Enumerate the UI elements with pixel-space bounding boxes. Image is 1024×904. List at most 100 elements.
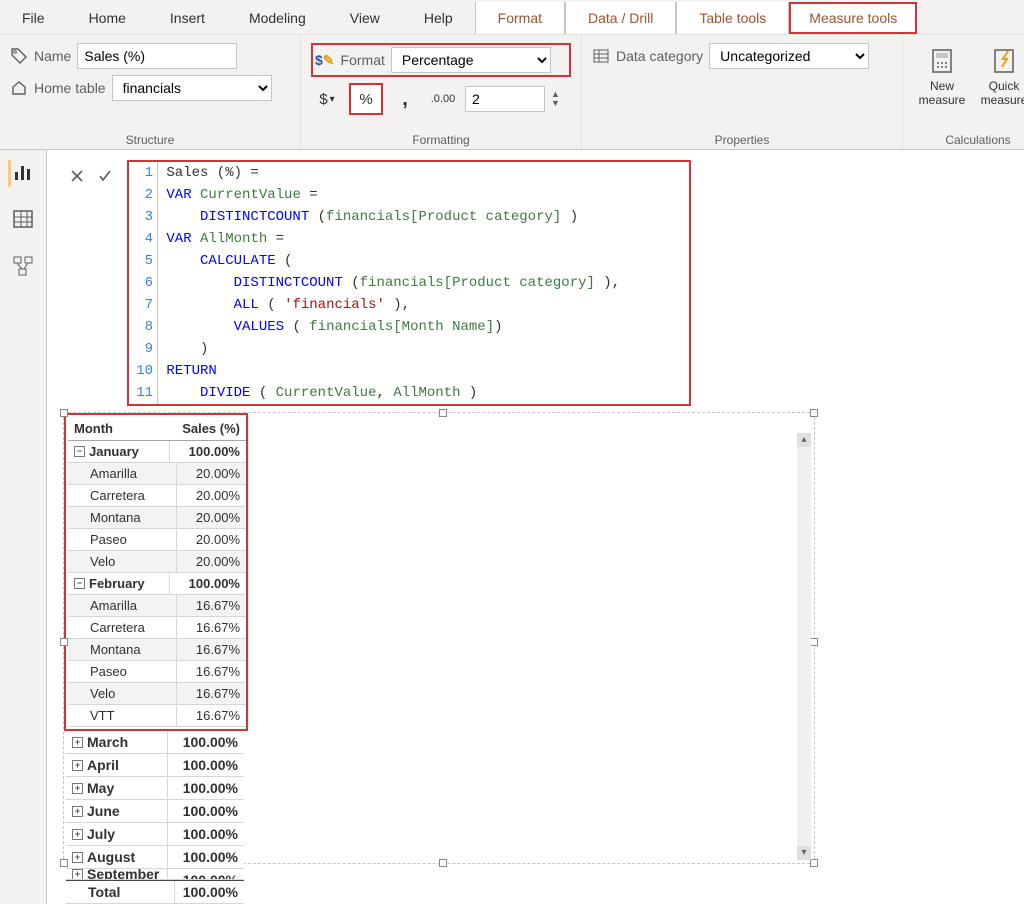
tab-help[interactable]: Help: [402, 2, 475, 34]
resize-handle[interactable]: [439, 859, 447, 867]
tab-modeling[interactable]: Modeling: [227, 2, 328, 34]
expand-icon[interactable]: +: [72, 829, 83, 840]
percent-button[interactable]: %: [349, 83, 383, 115]
expand-icon[interactable]: +: [72, 869, 83, 880]
tab-view[interactable]: View: [328, 2, 402, 34]
code-line[interactable]: 2 VAR CurrentValue =: [129, 184, 689, 206]
name-label: Name: [34, 48, 71, 64]
resize-handle[interactable]: [810, 638, 818, 646]
decimal-toggle-button[interactable]: .0.00: [427, 84, 459, 114]
dax-editor[interactable]: 1 Sales (%) =2 VAR CurrentValue =3 DISTI…: [127, 160, 691, 406]
calculator-icon: [928, 47, 956, 75]
decimal-places-input[interactable]: [465, 86, 545, 112]
item-row[interactable]: Paseo16.67%: [68, 661, 246, 683]
tab-file[interactable]: File: [0, 2, 67, 34]
scroll-down-arrow[interactable]: ▾: [797, 846, 811, 860]
code-line[interactable]: 6 DISTINCTCOUNT (financials[Product cate…: [129, 272, 689, 294]
scroll-up-arrow[interactable]: ▴: [797, 433, 811, 447]
expand-icon[interactable]: +: [72, 783, 83, 794]
ribbon-tabs: File Home Insert Modeling View Help Form…: [0, 0, 1024, 35]
report-view-button[interactable]: [8, 160, 35, 187]
tab-insert[interactable]: Insert: [148, 2, 227, 34]
expand-icon[interactable]: +: [72, 760, 83, 771]
item-row[interactable]: Velo16.67%: [68, 683, 246, 705]
expand-icon[interactable]: +: [72, 737, 83, 748]
tab-data-drill[interactable]: Data / Drill: [565, 2, 676, 34]
thousands-button[interactable]: ,: [389, 84, 421, 114]
item-row[interactable]: Montana16.67%: [68, 639, 246, 661]
header-month[interactable]: Month: [68, 417, 170, 440]
collapse-icon[interactable]: −: [74, 578, 85, 589]
quick-measure-button[interactable]: Quick measure: [975, 47, 1024, 108]
group-row[interactable]: +July100.00%: [66, 823, 244, 846]
quick-calc-icon: [990, 47, 1018, 75]
table-visual[interactable]: Month Sales (%) −January100.00%Amarilla2…: [63, 412, 815, 864]
code-line[interactable]: 9 ): [129, 338, 689, 360]
code-line[interactable]: 3 DISTINCTCOUNT (financials[Product cate…: [129, 206, 689, 228]
total-value: 100.00%: [174, 881, 244, 903]
group-row[interactable]: +May100.00%: [66, 777, 244, 800]
item-row[interactable]: Velo20.00%: [68, 551, 246, 573]
home-table-select[interactable]: financials: [112, 75, 272, 101]
group-title-structure: Structure: [10, 129, 290, 147]
resize-handle[interactable]: [810, 409, 818, 417]
report-canvas: 1 Sales (%) =2 VAR CurrentValue =3 DISTI…: [47, 150, 1024, 904]
expand-icon[interactable]: +: [72, 806, 83, 817]
tab-table-tools[interactable]: Table tools: [676, 2, 789, 34]
group-row[interactable]: +June100.00%: [66, 800, 244, 823]
tab-measure-tools[interactable]: Measure tools: [789, 2, 917, 34]
resize-handle[interactable]: [439, 409, 447, 417]
code-line[interactable]: 8 VALUES ( financials[Month Name]): [129, 316, 689, 338]
tab-format[interactable]: Format: [475, 2, 565, 34]
item-row[interactable]: VTT16.67%: [68, 705, 246, 727]
expand-icon[interactable]: +: [72, 852, 83, 863]
new-measure-button[interactable]: New measure: [913, 47, 971, 108]
data-category-label: Data category: [616, 48, 703, 64]
group-row[interactable]: +August100.00%: [66, 846, 244, 869]
format-icon: $✎: [315, 52, 335, 69]
currency-button[interactable]: $▾: [311, 84, 343, 114]
code-line[interactable]: 7 ALL ( 'financials' ),: [129, 294, 689, 316]
group-title-calculations: Calculations: [913, 129, 1024, 147]
item-row[interactable]: Montana20.00%: [68, 507, 246, 529]
group-row[interactable]: +April100.00%: [66, 754, 244, 777]
x-icon: [69, 168, 85, 184]
resize-handle[interactable]: [60, 638, 68, 646]
decimal-stepper[interactable]: ▲▼: [551, 90, 560, 108]
view-switcher-sidebar: [0, 150, 47, 904]
code-line[interactable]: 5 CALCULATE (: [129, 250, 689, 272]
table-icon: [11, 207, 35, 231]
group-row[interactable]: +September100.00%: [66, 869, 244, 880]
item-row[interactable]: Carretera16.67%: [68, 617, 246, 639]
measure-name-input[interactable]: [77, 43, 237, 69]
tab-home[interactable]: Home: [67, 2, 148, 34]
commit-formula-button[interactable]: [91, 162, 119, 190]
model-view-button[interactable]: [11, 254, 35, 281]
item-row[interactable]: Amarilla20.00%: [68, 463, 246, 485]
item-row[interactable]: Paseo20.00%: [68, 529, 246, 551]
code-line[interactable]: 10 RETURN: [129, 360, 689, 382]
resize-handle[interactable]: [810, 859, 818, 867]
item-row[interactable]: Amarilla16.67%: [68, 595, 246, 617]
formula-bar: 1 Sales (%) =2 VAR CurrentValue =3 DISTI…: [63, 160, 1024, 406]
group-row[interactable]: −January100.00%: [68, 441, 246, 463]
format-select[interactable]: Percentage: [391, 47, 551, 73]
collapse-icon[interactable]: −: [74, 446, 85, 457]
group-properties: Data category Uncategorized Properties: [582, 35, 903, 149]
group-row[interactable]: +March100.00%: [66, 731, 244, 754]
group-row[interactable]: −February100.00%: [68, 573, 246, 595]
item-row[interactable]: Carretera20.00%: [68, 485, 246, 507]
tag-icon: [10, 47, 28, 65]
code-line[interactable]: 11 DIVIDE ( CurrentValue, AllMonth ): [129, 382, 689, 404]
data-category-select[interactable]: Uncategorized: [709, 43, 869, 69]
code-line[interactable]: 4 VAR AllMonth =: [129, 228, 689, 250]
header-sales[interactable]: Sales (%): [170, 417, 246, 440]
code-line[interactable]: 1 Sales (%) =: [129, 162, 689, 184]
data-view-button[interactable]: [11, 207, 35, 234]
matrix-table: Month Sales (%) −January100.00%Amarilla2…: [68, 417, 246, 727]
cancel-formula-button[interactable]: [63, 162, 91, 190]
vertical-scrollbar[interactable]: ▴ ▾: [797, 433, 811, 860]
total-label: Total: [66, 881, 174, 903]
resize-handle[interactable]: [60, 409, 68, 417]
resize-handle[interactable]: [60, 859, 68, 867]
